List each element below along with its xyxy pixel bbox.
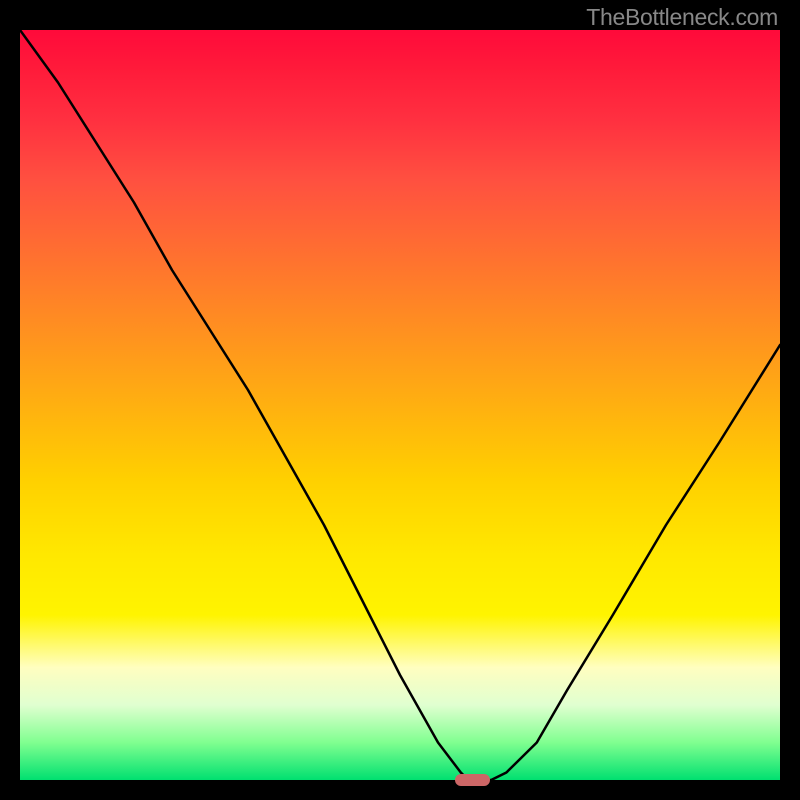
watermark-text: TheBottleneck.com	[586, 4, 778, 31]
optimum-marker	[455, 774, 490, 786]
plot-area	[20, 30, 780, 780]
chart-container: TheBottleneck.com	[0, 0, 800, 800]
